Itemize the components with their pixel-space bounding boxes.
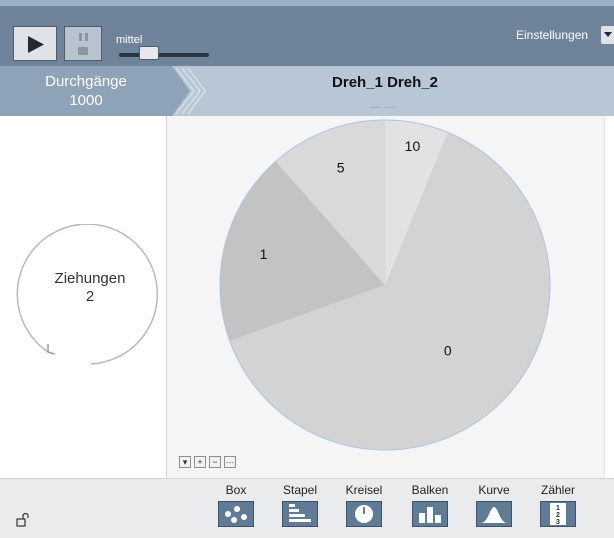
speed-label: mittel xyxy=(116,34,143,46)
stack-icon xyxy=(282,501,318,527)
runs-label: Durchgänge xyxy=(45,73,127,90)
device-bars-label: Balken xyxy=(411,483,449,497)
device-spinner[interactable]: Kreisel xyxy=(337,483,391,527)
runs-box[interactable]: Durchgänge 1000 xyxy=(0,66,172,116)
unlock-icon[interactable] xyxy=(16,513,30,527)
zoom-controls: ▾ + − ··· xyxy=(179,456,239,474)
runs-value: 1000 xyxy=(69,92,103,109)
device-counter[interactable]: Zähler 1 2 3 xyxy=(531,483,585,527)
header-band: Durchgänge 1000 Dreh_1 Dreh_2 — — xyxy=(0,66,614,116)
zoom-out-button[interactable]: − xyxy=(209,456,221,468)
repeat-panel: Ziehungen 2 xyxy=(0,116,167,478)
toolbar: mittel Einstellungen xyxy=(0,0,614,66)
attribute-title[interactable]: Dreh_1 Dreh_2 xyxy=(200,74,570,91)
zoom-in-button[interactable]: + xyxy=(194,456,206,468)
settings-dropdown-button[interactable] xyxy=(601,26,614,44)
play-icon xyxy=(28,36,44,53)
pie-chart[interactable]: 10 0 1 5 xyxy=(167,116,604,456)
device-curve-label: Kurve xyxy=(478,483,510,497)
device-bars[interactable]: Balken xyxy=(403,483,457,527)
device-bar: Box Stapel Kreisel Balken Kurve Zähler 1… xyxy=(0,478,614,538)
box-icon xyxy=(218,501,254,527)
pause-icon-bar xyxy=(85,33,88,41)
zoom-menu-button[interactable]: ▾ xyxy=(179,456,191,468)
play-button[interactable] xyxy=(13,26,57,61)
sampler-app: mittel Einstellungen Durchgänge 1000 Dre… xyxy=(0,0,614,538)
counter-icon-digit: 2 xyxy=(556,512,560,519)
title-drop-marks: — — xyxy=(370,102,396,113)
device-stack[interactable]: Stapel xyxy=(273,483,327,527)
device-plot-area: 10 0 1 5 ▾ + − ··· xyxy=(167,116,604,478)
pie-label-5: 5 xyxy=(337,160,345,176)
pie-label-1: 1 xyxy=(260,246,268,262)
settings-menu[interactable]: Einstellungen xyxy=(516,28,588,42)
pie-label-10: 10 xyxy=(405,138,421,154)
speed-slider-thumb[interactable] xyxy=(138,46,159,60)
right-scroll-edge xyxy=(604,116,614,478)
device-box-label: Box xyxy=(225,483,247,497)
pause-stop-button[interactable] xyxy=(64,26,102,61)
pause-icon xyxy=(79,33,82,41)
device-stack-label: Stapel xyxy=(282,483,318,497)
chevron-down-icon xyxy=(604,32,612,37)
device-counter-label: Zähler xyxy=(540,483,575,497)
device-curve[interactable]: Kurve xyxy=(467,483,521,527)
speed-slider-track[interactable] xyxy=(119,53,209,57)
stop-icon xyxy=(78,47,88,55)
pie-label-0: 0 xyxy=(444,343,452,359)
bars-icon xyxy=(412,501,448,527)
spinner-icon xyxy=(346,501,382,527)
curve-icon xyxy=(476,501,512,527)
draws-value[interactable]: 2 xyxy=(20,288,160,305)
counter-icon-digit: 1 xyxy=(556,505,560,512)
counter-icon-digit: 3 xyxy=(556,519,560,526)
zoom-more-button[interactable]: ··· xyxy=(224,456,236,468)
counter-icon: 1 2 3 xyxy=(540,501,576,527)
device-box[interactable]: Box xyxy=(209,483,263,527)
draws-label[interactable]: Ziehungen xyxy=(20,270,160,287)
device-spinner-label: Kreisel xyxy=(345,483,383,497)
